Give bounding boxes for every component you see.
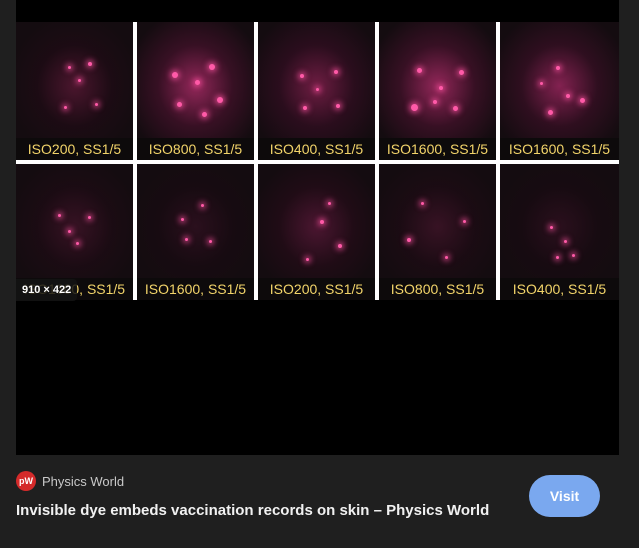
panel-label: ISO400, SS1/5	[500, 278, 619, 300]
image-panel: ISO1600, SS1/5	[137, 164, 254, 300]
site-favicon-icon: pW	[16, 471, 36, 491]
panel-glow	[258, 164, 375, 278]
fluorescent-dot	[459, 70, 464, 75]
panel-glow	[137, 164, 254, 278]
panel-glow	[16, 22, 133, 138]
fluorescent-dot	[328, 202, 331, 205]
fluorescent-dot	[303, 106, 307, 110]
panel-glow	[379, 164, 496, 278]
fluorescent-dot	[540, 82, 543, 85]
image-viewer[interactable]: ISO200, SS1/5 ISO800, SS1/5 ISO400, SS1/…	[16, 0, 619, 455]
fluorescent-dot	[556, 256, 559, 259]
panel-label: ISO200, SS1/5	[16, 138, 133, 160]
panel-glow	[500, 164, 619, 278]
fluorescent-dot	[68, 66, 71, 69]
image-dimensions-badge: 910 × 422	[16, 279, 78, 301]
panel-glow	[379, 22, 496, 138]
fluorescent-dot	[338, 244, 342, 248]
result-title[interactable]: Invisible dye embeds vaccination records…	[16, 500, 496, 522]
fluorescent-dot	[572, 254, 575, 257]
image-panel: ISO200, SS1/5	[16, 22, 133, 160]
fluorescent-dot	[439, 86, 443, 90]
fluorescent-dot	[172, 72, 178, 78]
fluorescent-dot	[201, 204, 204, 207]
fluorescent-dot	[566, 94, 570, 98]
fluorescent-dot	[548, 110, 553, 115]
image-panel: ISO400, SS1/5	[258, 22, 375, 160]
fluorescent-dot	[202, 112, 207, 117]
image-panel: ISO800, SS1/5	[379, 164, 496, 300]
panel-label: ISO1600, SS1/5	[500, 138, 619, 160]
fluorescent-dot	[407, 238, 411, 242]
fluorescent-dot	[195, 80, 200, 85]
fluorescent-dot	[177, 102, 182, 107]
fluorescent-dot	[64, 106, 67, 109]
fluorescent-dot	[564, 240, 567, 243]
panel-label: ISO1600, SS1/5	[137, 278, 254, 300]
fluorescent-dot	[411, 104, 418, 111]
fluorescent-dot	[95, 103, 98, 106]
panel-label: ISO1600, SS1/5	[379, 138, 496, 160]
fluorescent-dot	[300, 74, 304, 78]
panel-label: ISO400, SS1/5	[258, 138, 375, 160]
image-panel: ISO1600, SS1/5	[500, 22, 619, 160]
panel-label: ISO800, SS1/5	[379, 278, 496, 300]
image-panel: ISO400, SS1/5	[500, 164, 619, 300]
image-panel: ISO1600, SS1/5	[379, 22, 496, 160]
fluorescent-dot	[445, 256, 448, 259]
fluorescent-dot	[185, 238, 188, 241]
visit-button[interactable]: Visit	[529, 475, 600, 517]
panel-glow	[16, 164, 133, 278]
fluorescent-dot	[209, 240, 212, 243]
fluorescent-dot	[76, 242, 79, 245]
fluorescent-dot	[88, 216, 91, 219]
image-panel: ISO800, SS1/5	[137, 22, 254, 160]
fluorescent-dot	[68, 230, 71, 233]
fluorescent-dot	[556, 66, 560, 70]
fluorescent-dot	[217, 97, 223, 103]
panel-label: ISO800, SS1/5	[137, 138, 254, 160]
fluorescent-dot	[433, 100, 437, 104]
panel-glow	[500, 22, 619, 138]
panel-label: ISO200, SS1/5	[258, 278, 375, 300]
fluorescent-dot	[580, 98, 585, 103]
image-panel: ISO200, SS1/5	[258, 164, 375, 300]
panel-glow	[258, 22, 375, 138]
fluorescent-dot	[334, 70, 338, 74]
fluorescent-dot	[58, 214, 61, 217]
fluorescent-dot	[320, 220, 324, 224]
fluorescent-dot	[181, 218, 184, 221]
fluorescent-dot	[336, 104, 340, 108]
source-row[interactable]: pW Physics World	[16, 471, 124, 491]
fluorescent-dot	[306, 258, 309, 261]
fluorescent-dot	[550, 226, 553, 229]
fluorescent-dot	[421, 202, 424, 205]
fluorescent-dot	[417, 68, 422, 73]
fluorescent-dot	[88, 62, 92, 66]
result-image[interactable]: ISO200, SS1/5 ISO800, SS1/5 ISO400, SS1/…	[16, 22, 619, 300]
fluorescent-dot	[463, 220, 466, 223]
fluorescent-dot	[78, 79, 81, 82]
fluorescent-dot	[453, 106, 458, 111]
source-name[interactable]: Physics World	[42, 474, 124, 489]
fluorescent-dot	[209, 64, 215, 70]
fluorescent-dot	[316, 88, 319, 91]
